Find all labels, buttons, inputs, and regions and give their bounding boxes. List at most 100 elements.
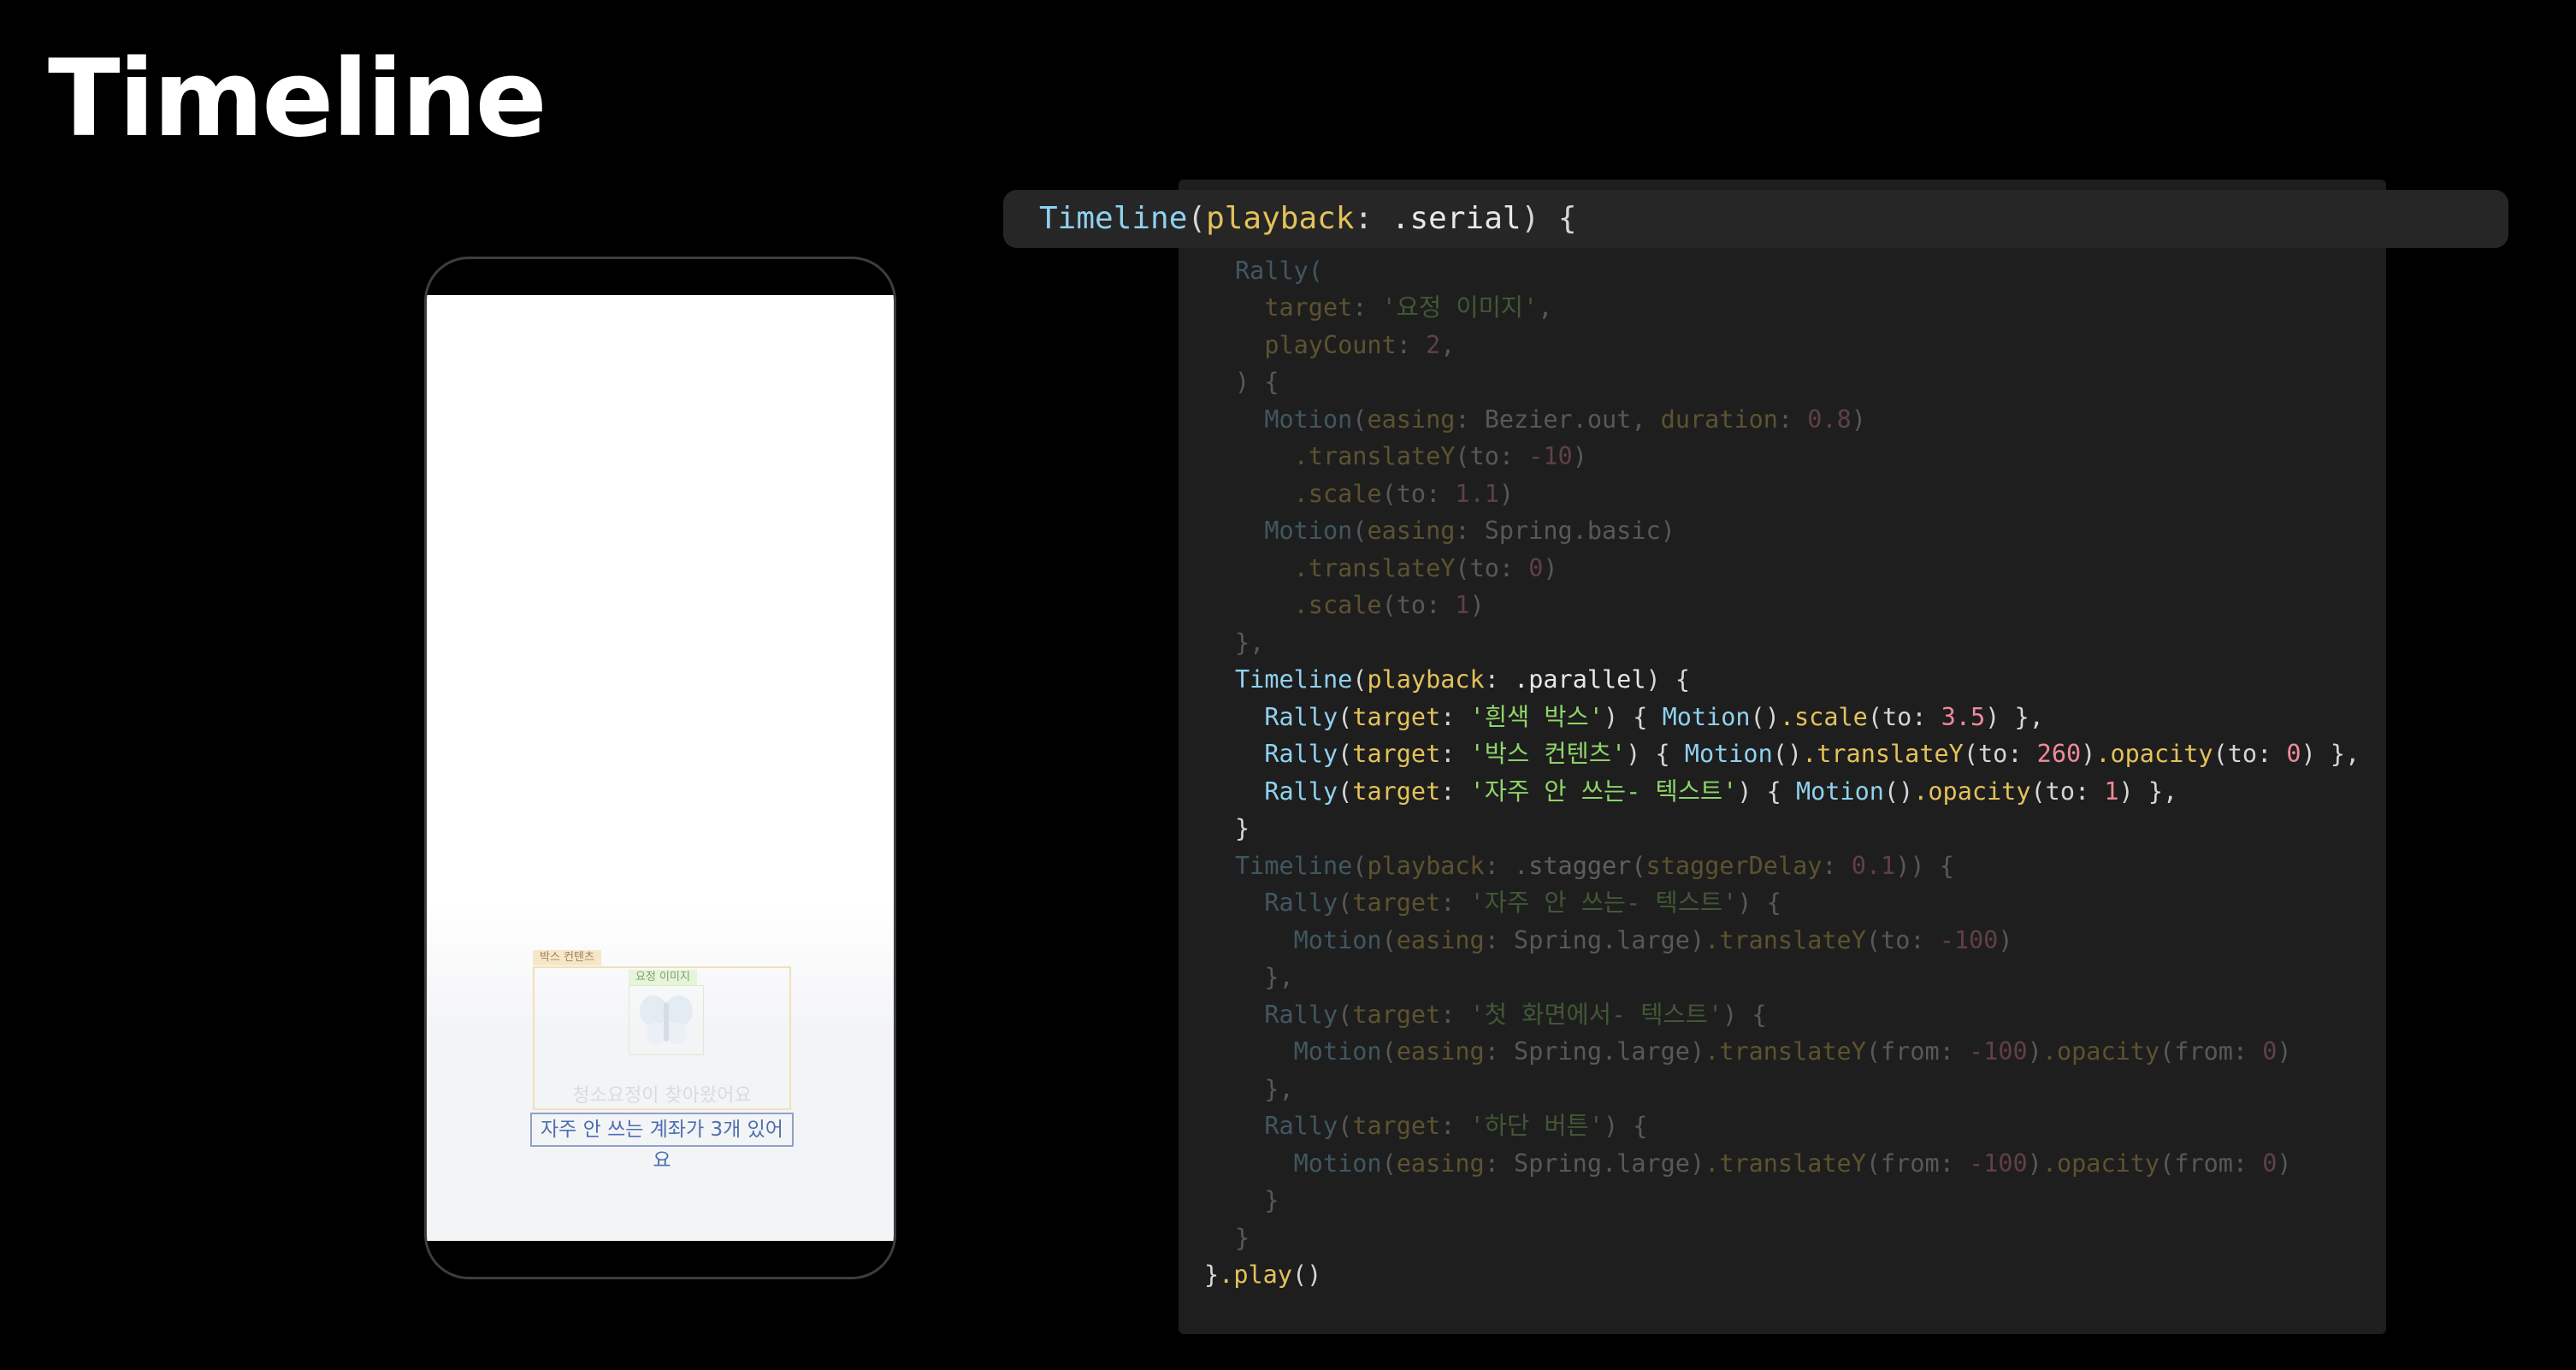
code-token: Motion [1293, 1037, 1382, 1066]
code-token: 0 [1528, 554, 1544, 582]
code-token: -100 [1969, 1149, 2028, 1178]
code-token: Rally [1264, 1001, 1338, 1029]
code-token: Rally [1264, 1112, 1338, 1140]
code-line: Rally(target: '박스 컨텐츠') { Motion().trans… [1264, 740, 2360, 768]
code-token: 0 [2286, 740, 2301, 768]
code-token: Spring.large [1514, 1149, 1690, 1178]
code-token: target [1352, 740, 1441, 768]
code-token: -10 [1528, 442, 1573, 470]
unused-accounts-text: 자주 안 쓰는 계좌가 3개 있어요 [530, 1113, 794, 1172]
code-token: 1 [1455, 591, 1470, 619]
code-token: ) { [1521, 201, 1577, 236]
code-line: Rally( [1235, 257, 1323, 286]
code-line: .scale(to: 1) [1293, 591, 1485, 619]
code-token: -100 [1969, 1037, 2028, 1066]
code-token: '흰색 박스' [1469, 703, 1604, 731]
code-token: 0.8 [1807, 405, 1852, 434]
code-token: from [1881, 1149, 1940, 1178]
code-token: from [2174, 1149, 2233, 1178]
code-token: easing [1396, 1037, 1485, 1066]
code-line: } [1235, 814, 1250, 843]
code-token: 1 [2104, 777, 2119, 806]
code-token: Bezier.out [1484, 405, 1632, 434]
code-line-stagger-timeline: Timeline(playback: .stagger(staggerDelay… [1235, 852, 1954, 880]
code-line: target: '요정 이미지', [1264, 293, 1553, 322]
code-token: to [1396, 480, 1427, 508]
code-token: playback [1367, 665, 1485, 694]
code-token: .opacity [1913, 777, 2031, 806]
code-token: Motion [1264, 405, 1353, 434]
code-token: -100 [1939, 926, 1999, 954]
code-token: to [1978, 740, 2008, 768]
code-line: Rally(target: '자주 안 쓰는- 텍스트') { Motion()… [1264, 777, 2178, 806]
code-token: 0 [2262, 1149, 2278, 1178]
fairy-image-label: 요정 이미지 [629, 970, 697, 985]
code-token: playback [1367, 852, 1485, 880]
code-token: easing [1396, 1149, 1485, 1178]
code-token: }, [1235, 629, 1265, 657]
code-token: .translateY [1293, 442, 1456, 470]
code-line: Motion(easing: Spring.large).translateY(… [1293, 1037, 2292, 1066]
code-token: } [1204, 1261, 1220, 1289]
code-token: Motion [1684, 740, 1773, 768]
code-token: 3.5 [1941, 703, 1986, 731]
code-token: from [2174, 1037, 2233, 1066]
code-token: Rally [1264, 777, 1338, 806]
code-token: () [1291, 1261, 1322, 1289]
fairy-message-text: 청소요정이 찾아왔어요 [572, 1085, 752, 1107]
code-token: from [1881, 1037, 1940, 1066]
code-line: }, [1235, 629, 1264, 658]
code-token: Timeline [1235, 852, 1353, 880]
code-line: Motion(easing: Bezier.out, duration: 0.8… [1264, 405, 1866, 434]
code-line-serial-timeline: Timeline(playback: .serial) { [1039, 201, 1577, 236]
code-token: .parallel [1514, 665, 1646, 694]
code-token: Motion [1293, 926, 1382, 954]
code-token: target [1352, 1001, 1441, 1029]
code-token: ) { [1235, 368, 1279, 396]
code-token: to [2045, 777, 2075, 806]
code-token: } [1235, 1224, 1250, 1252]
code-token: to [1396, 591, 1427, 619]
code-token: '박스 컨텐츠' [1469, 740, 1627, 768]
code-line: playCount: 2, [1264, 331, 1456, 359]
box-content-label: 박스 컨텐츠 [533, 950, 601, 965]
code-line: Rally(target: '첫 화면에서- 텍스트') { [1264, 1001, 1767, 1029]
code-token: '자주 안 쓰는- 텍스트' [1469, 777, 1738, 806]
code-token: target [1352, 777, 1441, 806]
code-token: .translateY [1705, 926, 1866, 954]
code-token: playback [1206, 201, 1355, 236]
code-token: target [1352, 1112, 1441, 1140]
code-token: target [1352, 703, 1441, 731]
code-token: )) { [1895, 852, 1954, 880]
code-token: .scale [1293, 480, 1382, 508]
code-token: duration [1660, 405, 1778, 434]
code-token: .opacity [2041, 1037, 2160, 1066]
code-line: }, [1235, 963, 1294, 991]
code-line: Rally(target: '하단 버튼') { [1264, 1112, 1648, 1140]
code-token: '하단 버튼' [1469, 1112, 1604, 1140]
code-line: ) { [1235, 368, 1279, 397]
code-token: Timeline [1235, 665, 1353, 694]
code-token: to [2227, 740, 2258, 768]
code-token: Rally [1264, 889, 1338, 917]
code-token: .stagger( [1514, 852, 1646, 880]
code-token: .scale [1779, 703, 1868, 731]
code-line: } [1235, 1186, 1279, 1214]
code-token: to [1882, 703, 1912, 731]
code-line: Rally(target: '자주 안 쓰는- 텍스트') { [1264, 889, 1781, 917]
butterfly-icon [640, 995, 693, 1044]
code-token: staggerDelay [1645, 852, 1823, 880]
code-token: Rally [1264, 703, 1338, 731]
code-token: Rally( [1235, 257, 1323, 285]
code-token: to [1881, 926, 1911, 954]
code-token: 260 [2036, 740, 2082, 768]
code-line: } [1235, 1224, 1250, 1253]
code-token: to [1469, 554, 1499, 582]
phone-mockup: 박스 컨텐츠 요정 이미지 청소요정이 찾아왔어요 자주 안 쓰는 계좌가 3개… [424, 257, 896, 1279]
code-line: .scale(to: 1.1) [1293, 480, 1515, 508]
code-token: easing [1396, 926, 1485, 954]
code-token: .translateY [1705, 1149, 1866, 1178]
code-token: '첫 화면에서- 텍스트' [1469, 1001, 1723, 1029]
code-token: Motion [1795, 777, 1884, 806]
code-token: Spring.large [1514, 1037, 1690, 1066]
